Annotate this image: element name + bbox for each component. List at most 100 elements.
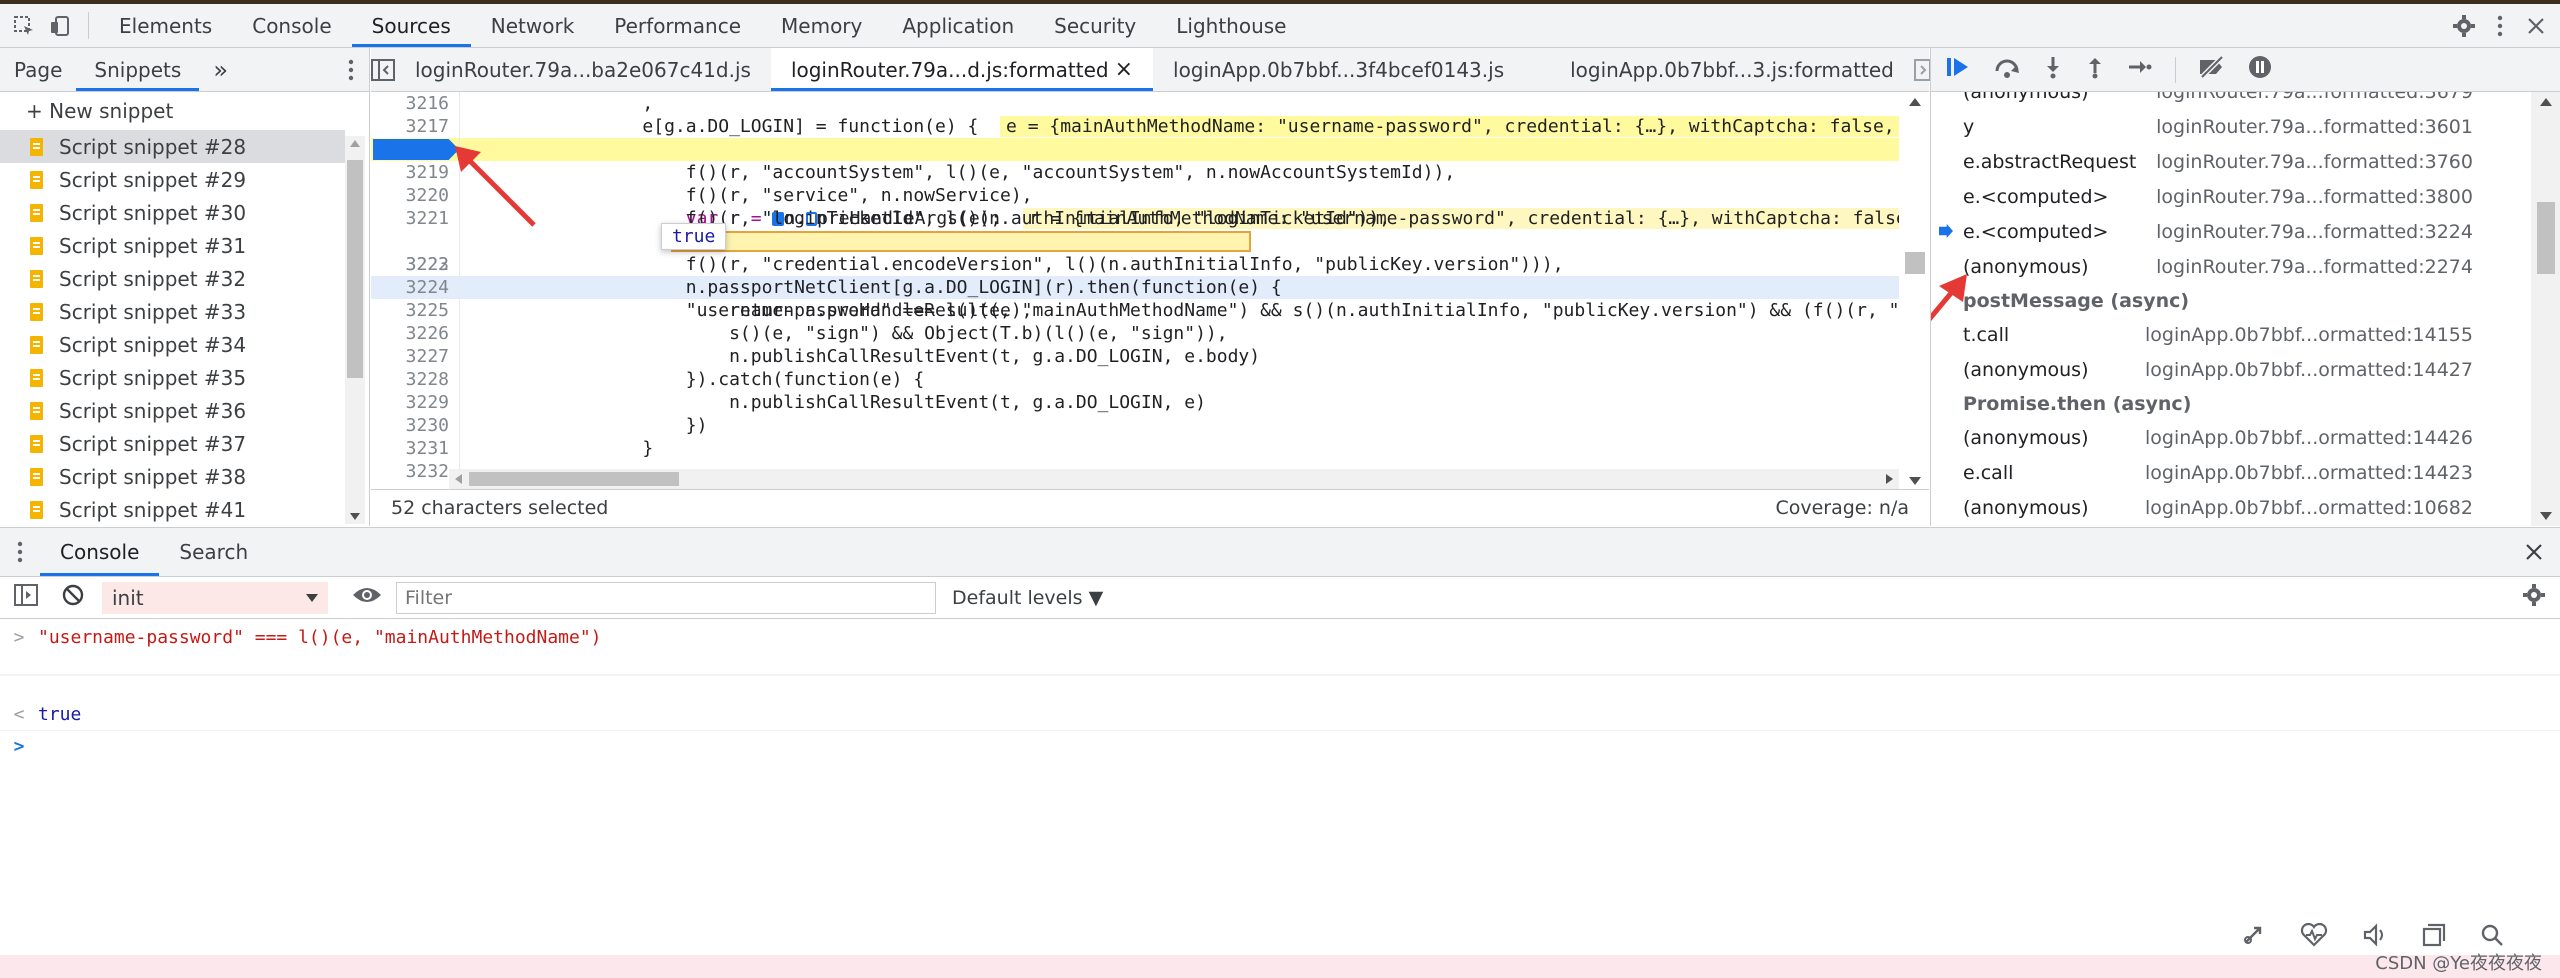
deactivate-breakpoints-icon[interactable]: [2198, 55, 2226, 84]
new-snippet-button[interactable]: + New snippet: [0, 92, 369, 130]
snippet-item[interactable]: Script snippet #28: [0, 130, 345, 163]
call-frame[interactable]: (anonymous) loginRouter.79a...formatted:3…: [1931, 92, 2531, 109]
execution-context-select[interactable]: init: [102, 581, 328, 614]
code-line[interactable]: 3227 n.publishCallResultEvent(t, g.a.DO_…: [371, 345, 1899, 368]
frame-location[interactable]: loginRouter.79a...formatted:3800: [2156, 186, 2473, 208]
call-frame[interactable]: e.call loginApp.0b7bbf...ormatted:14423: [1931, 455, 2531, 490]
code-line[interactable]: 3228 }).catch(function(e) {: [371, 368, 1899, 391]
call-frame[interactable]: (anonymous) loginRouter.79a...formatted:2…: [1931, 249, 2531, 284]
tab-network[interactable]: Network: [471, 4, 595, 47]
line-number[interactable]: 3226: [371, 322, 449, 345]
debugger-scrollbar-thumb[interactable]: [2537, 202, 2555, 274]
tab-sources[interactable]: Sources: [351, 4, 471, 47]
scroll-down-arrow-icon[interactable]: [1909, 477, 1921, 485]
console-settings-gear-icon[interactable]: [2522, 583, 2546, 612]
snippet-item[interactable]: Script snippet #36: [0, 394, 345, 427]
code-line[interactable]: 3217 e[g.a.DO_LOGIN] = function(e) { e =…: [371, 115, 1899, 138]
more-tabs-chevron-icon[interactable]: »: [199, 48, 242, 91]
tab-elements[interactable]: Elements: [99, 4, 232, 47]
code-line[interactable]: 3219 f()(r, "accountSystem", l()(e, "acc…: [371, 161, 1899, 184]
step-out-icon[interactable]: [2085, 55, 2105, 84]
code-line[interactable]: 3222 "username-password" === l()(e, "mai…: [371, 230, 1899, 321]
editor-vertical-scrollbar[interactable]: [1899, 92, 1929, 489]
tab-memory[interactable]: Memory: [761, 4, 882, 47]
rocket-icon[interactable]: [2240, 922, 2266, 953]
drawer-tab-console[interactable]: Console: [40, 528, 160, 576]
call-frame[interactable]: (anonymous) loginApp.0b7bbf...ormatted:14…: [1931, 420, 2531, 455]
log-levels-dropdown[interactable]: Default levels ▼: [952, 587, 1103, 609]
call-frame[interactable]: e.abstractRequest loginRouter.79a...forma…: [1931, 144, 2531, 179]
code-line[interactable]: 3216 ,: [371, 92, 1899, 115]
frame-location[interactable]: loginApp.0b7bbf...ormatted:14155: [2145, 324, 2473, 346]
code-line[interactable]: 3229 n.publishCallResultEvent(t, g.a.DO_…: [371, 391, 1899, 414]
horizontal-scrollbar-thumb[interactable]: [469, 472, 679, 486]
device-toolbar-icon[interactable]: [42, 4, 78, 47]
snippet-item[interactable]: Script snippet #29: [0, 163, 345, 196]
snippet-item[interactable]: Script snippet #30: [0, 196, 345, 229]
coverage-status[interactable]: Coverage: n/a: [1775, 497, 1909, 519]
snippet-item[interactable]: Script snippet #38: [0, 460, 345, 493]
tab-console[interactable]: Console: [232, 4, 351, 47]
snippet-item[interactable]: Script snippet #34: [0, 328, 345, 361]
show-sidebar-icon[interactable]: [14, 584, 38, 611]
code-line[interactable]: 3230 }): [371, 414, 1899, 437]
code-line[interactable]: 3225 return n.preHandleResult(e),: [371, 299, 1899, 322]
debugger-scrollbar[interactable]: [2531, 92, 2560, 526]
step-over-icon[interactable]: [1993, 55, 2021, 84]
code-line[interactable]: 3226 s()(e, "sign") && Object(T.b)(l()(e…: [371, 322, 1899, 345]
frame-location[interactable]: loginRouter.79a...formatted:3601: [2156, 116, 2473, 138]
code-line[interactable]: 3220 f()(r, "service", n.nowService),: [371, 184, 1899, 207]
scroll-left-arrow-icon[interactable]: [455, 474, 462, 484]
line-number[interactable]: 3230: [371, 414, 449, 437]
paused-code-line[interactable]: 3218 var r = n. preHandleArgs(e); r = {ma…: [371, 138, 1899, 229]
settings-gear-icon[interactable]: [2446, 4, 2482, 47]
step-into-icon[interactable]: [2043, 55, 2063, 84]
more-options-icon[interactable]: [2482, 4, 2518, 47]
editor-tab-loginapp-js[interactable]: loginApp.0b7bbf...3f4bcef0143.js: [1153, 48, 1524, 91]
drawer-menu-icon[interactable]: [0, 528, 40, 576]
close-tab-icon[interactable]: ×: [1115, 57, 1133, 82]
call-frame[interactable]: e.<computed> loginRouter.79a...formatted:…: [1931, 179, 2531, 214]
navigator-scrollbar[interactable]: [345, 136, 365, 524]
line-number[interactable]: 3221: [371, 207, 449, 230]
line-number[interactable]: 3220: [371, 184, 449, 207]
code-area[interactable]: 3216 , 3217 e[g.a.DO_LOGIN] = function(e…: [371, 92, 1899, 489]
snippet-item[interactable]: Script snippet #32: [0, 262, 345, 295]
line-number[interactable]: 3216: [371, 92, 449, 115]
tab-performance[interactable]: Performance: [594, 4, 761, 47]
close-drawer-icon[interactable]: [2508, 528, 2560, 576]
line-number[interactable]: 3227: [371, 345, 449, 368]
frame-location[interactable]: loginApp.0b7bbf...ormatted:10682: [2145, 497, 2473, 519]
code-line[interactable]: 3231 }: [371, 437, 1899, 460]
editor-horizontal-scrollbar[interactable]: [449, 469, 1899, 489]
frame-location[interactable]: loginRouter.79a...formatted:2274: [2156, 256, 2473, 278]
tab-application[interactable]: Application: [882, 4, 1034, 47]
call-frame[interactable]: (anonymous) loginApp.0b7bbf...ormatted:14…: [1931, 352, 2531, 387]
snippet-item[interactable]: Script snippet #35: [0, 361, 345, 394]
call-frame[interactable]: t.call loginApp.0b7bbf...ormatted:14155: [1931, 317, 2531, 352]
line-number[interactable]: 3224: [371, 276, 449, 299]
scroll-right-arrow-icon[interactable]: [1886, 474, 1893, 484]
scroll-up-arrow-icon[interactable]: [2540, 98, 2552, 106]
navigator-menu-icon[interactable]: [333, 48, 369, 91]
close-devtools-icon[interactable]: [2518, 4, 2554, 47]
inspect-element-icon[interactable]: [6, 4, 42, 47]
frame-location[interactable]: loginApp.0b7bbf...ormatted:14427: [2145, 359, 2473, 381]
window-icon[interactable]: [2422, 923, 2446, 952]
toggle-navigator-icon[interactable]: [371, 48, 395, 91]
call-frame[interactable]: y loginRouter.79a...formatted:3601: [1931, 109, 2531, 144]
scroll-down-arrow-icon[interactable]: [350, 513, 360, 520]
pause-on-exceptions-icon[interactable]: [2248, 55, 2272, 84]
scroll-up-arrow-icon[interactable]: [350, 140, 360, 147]
live-expression-eye-icon[interactable]: [352, 585, 382, 610]
code-line[interactable]: 3223 f()(r, "credential.encodeVersion", …: [371, 253, 1899, 276]
drawer-tab-search[interactable]: Search: [159, 528, 268, 576]
breakpoint-marker[interactable]: [373, 139, 459, 160]
heart-monitor-icon[interactable]: [2300, 922, 2328, 952]
line-number[interactable]: 3225: [371, 299, 449, 322]
console-prompt-line[interactable]: >: [0, 731, 2560, 761]
call-frame[interactable]: (anonymous) loginApp.0b7bbf...ormatted:10…: [1931, 490, 2531, 525]
current-call-frame[interactable]: e.<computed> loginRouter.79a...formatted:…: [1931, 214, 2531, 249]
line-number[interactable]: 3231: [371, 437, 449, 460]
frame-location[interactable]: loginApp.0b7bbf...ormatted:14426: [2145, 427, 2473, 449]
